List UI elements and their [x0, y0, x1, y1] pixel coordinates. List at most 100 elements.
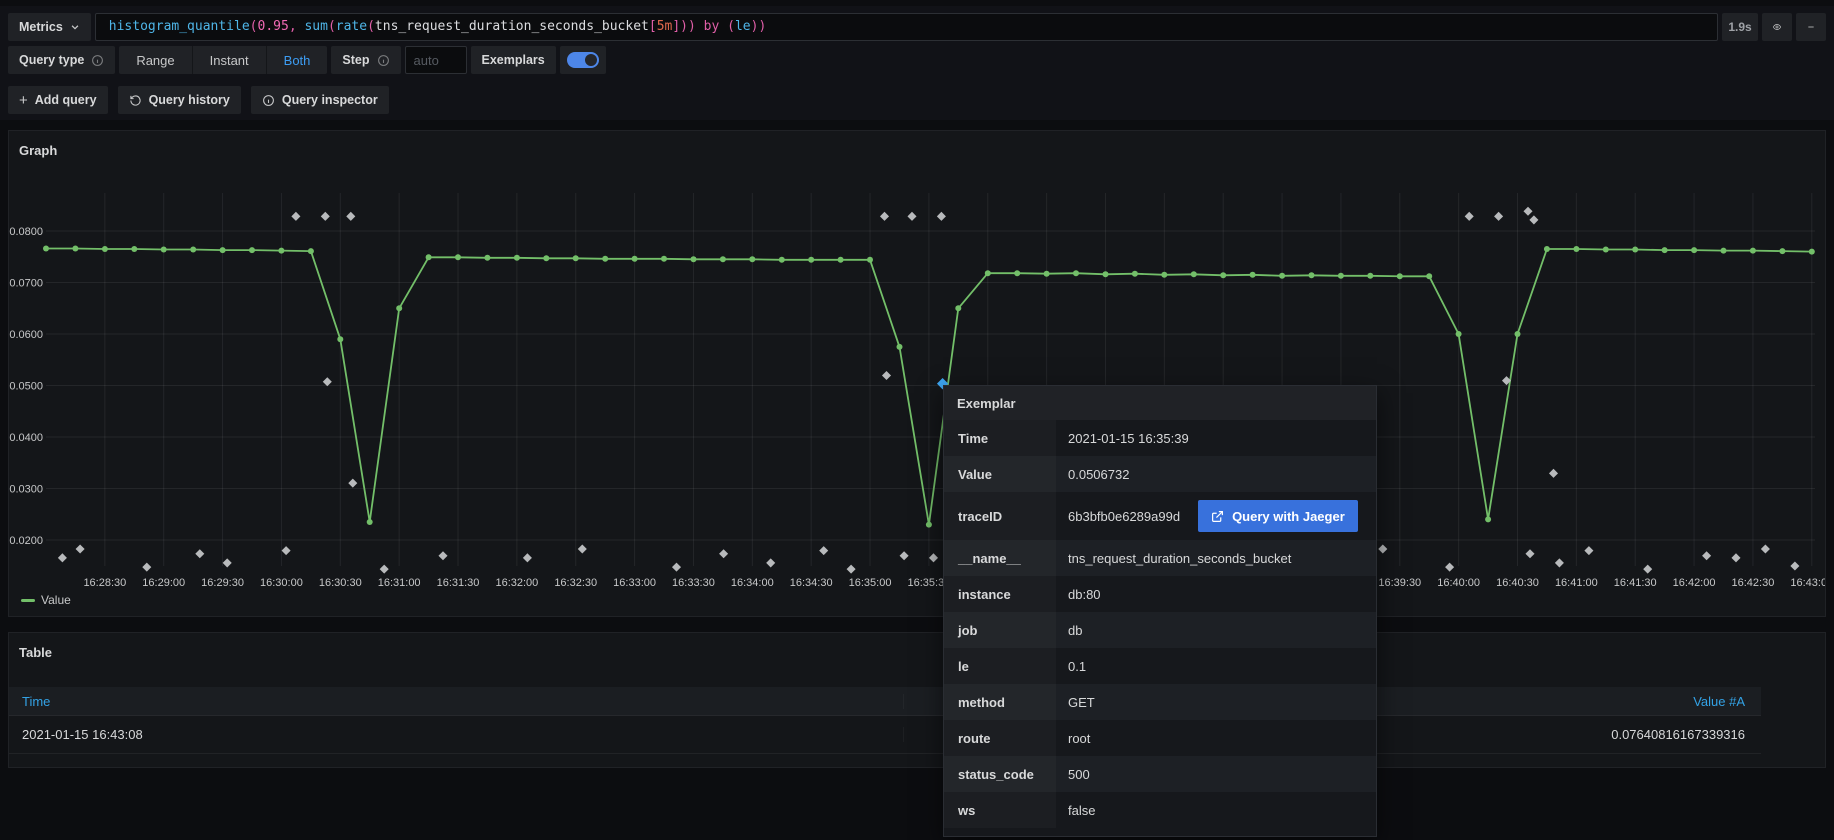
preview-query-button[interactable] [1762, 13, 1792, 41]
svg-text:16:32:00: 16:32:00 [495, 577, 538, 589]
tooltip-row: le 0.1 [944, 648, 1376, 684]
graph-legend[interactable]: Value [21, 593, 71, 607]
table-row: 2021-01-15 16:43:08 0.07640816167339316 [9, 716, 1761, 754]
tooltip-value-text: tns_request_duration_seconds_bucket [1068, 551, 1291, 566]
query-options-row: Query type Range Instant Both Step Exemp… [8, 46, 606, 74]
query-history-button[interactable]: Query history [118, 86, 241, 114]
svg-text:16:42:00: 16:42:00 [1673, 577, 1716, 589]
tooltip-row-label: le [944, 648, 1056, 684]
svg-text:16:40:30: 16:40:30 [1496, 577, 1539, 589]
query-inspector-button[interactable]: Query inspector [251, 86, 389, 114]
query-input[interactable]: histogram_quantile(0.95, sum(rate(tns_re… [95, 13, 1718, 41]
tooltip-row-value: 0.1 [1056, 659, 1086, 674]
step-label: Step [331, 46, 400, 74]
tooltip-row-label: __name__ [944, 540, 1056, 576]
tooltip-row-value: 500 [1056, 767, 1090, 782]
query-token: , [289, 19, 305, 34]
table-header-time[interactable]: Time [9, 694, 904, 709]
svg-text:16:29:30: 16:29:30 [201, 577, 244, 589]
query-actions-row: + Add query Query history Query inspecto… [8, 86, 389, 114]
query-token: )) [680, 19, 696, 34]
exemplar-tooltip-body: Time 2021-01-15 16:35:39 Value 0.0506732… [944, 420, 1376, 836]
toggle-knob [585, 54, 597, 66]
query-token: rate [336, 19, 367, 34]
history-icon [129, 94, 142, 107]
step-input[interactable] [405, 46, 467, 74]
tooltip-row-label: job [944, 612, 1056, 648]
svg-text:16:34:30: 16:34:30 [790, 577, 833, 589]
svg-text:0.0800: 0.0800 [9, 226, 43, 238]
tooltip-row-label: status_code [944, 756, 1056, 792]
svg-text:0.0600: 0.0600 [9, 329, 43, 341]
query-token: by [696, 19, 727, 34]
tooltip-row-value: 2021-01-15 16:35:39 [1056, 431, 1189, 446]
tooltip-row-value: 6b3bfb0e6289a99d Query with Jaeger [1056, 500, 1358, 532]
query-type-option-instant[interactable]: Instant [193, 46, 267, 74]
svg-text:16:39:30: 16:39:30 [1378, 577, 1421, 589]
svg-text:16:30:00: 16:30:00 [260, 577, 303, 589]
query-token: ( [727, 19, 735, 34]
svg-text:0.0500: 0.0500 [9, 381, 43, 393]
tooltip-row: method GET [944, 684, 1376, 720]
tooltip-value-text: 500 [1068, 767, 1090, 782]
tooltip-row-value: false [1056, 803, 1095, 818]
svg-text:16:28:30: 16:28:30 [83, 577, 126, 589]
table-panel: Table Time Value #A 2021-01-15 16:43:08 … [8, 632, 1826, 768]
query-token: tns_request_duration_seconds_bucket [375, 19, 649, 34]
svg-text:16:42:30: 16:42:30 [1732, 577, 1775, 589]
legend-swatch [21, 599, 35, 602]
table-header-row: Time Value #A [9, 687, 1761, 716]
query-token: 0.95 [258, 19, 289, 34]
exemplar-tooltip-title: Exemplar [944, 386, 1376, 420]
svg-text:16:35:00: 16:35:00 [849, 577, 892, 589]
tooltip-row-value: db [1056, 623, 1082, 638]
tooltip-row-label: instance [944, 576, 1056, 612]
query-token: sum [304, 19, 327, 34]
info-circle-icon [262, 94, 275, 107]
tooltip-row-value: root [1056, 731, 1090, 746]
tooltip-row: status_code 500 [944, 756, 1376, 792]
query-token: le [735, 19, 751, 34]
tooltip-value-text: GET [1068, 695, 1095, 710]
metrics-dropdown[interactable]: Metrics [8, 13, 91, 41]
query-row: Metrics histogram_quantile(0.95, sum(rat… [8, 13, 1826, 41]
tooltip-value-text: 0.1 [1068, 659, 1086, 674]
tooltip-row: Time 2021-01-15 16:35:39 [944, 420, 1376, 456]
query-token: 5m [657, 19, 673, 34]
exemplars-toggle[interactable] [560, 46, 606, 74]
query-type-segmented-control: Range Instant Both [119, 46, 327, 74]
add-query-button[interactable]: + Add query [8, 86, 108, 114]
query-type-option-both[interactable]: Both [267, 46, 328, 74]
tooltip-row: ws false [944, 792, 1376, 828]
tooltip-row-value: 0.0506732 [1056, 467, 1129, 482]
exemplars-label: Exemplars [471, 46, 556, 74]
tooltip-row-label: traceID [944, 492, 1056, 540]
external-link-icon [1211, 510, 1224, 523]
graph-panel-title: Graph [19, 143, 57, 158]
query-token: ( [250, 19, 258, 34]
tooltip-value-text: db:80 [1068, 587, 1101, 602]
tooltip-row-value: db:80 [1056, 587, 1101, 602]
svg-text:16:31:00: 16:31:00 [378, 577, 421, 589]
query-token: )) [751, 19, 767, 34]
svg-text:16:41:30: 16:41:30 [1614, 577, 1657, 589]
exemplar-tooltip: Exemplar Time 2021-01-15 16:35:39 Value … [943, 385, 1377, 837]
collapse-query-button[interactable] [1796, 13, 1826, 41]
query-token: ] [672, 19, 680, 34]
query-toolbar: Metrics histogram_quantile(0.95, sum(rat… [0, 6, 1834, 120]
query-with-jaeger-button[interactable]: Query with Jaeger [1198, 500, 1358, 532]
tooltip-row: route root [944, 720, 1376, 756]
table-panel-title: Table [19, 645, 52, 660]
legend-series-label: Value [41, 593, 71, 607]
query-type-option-range[interactable]: Range [119, 46, 192, 74]
graph-panel: Graph 0.08000.07000.06000.05000.04000.03… [8, 130, 1826, 617]
tooltip-value-text: 6b3bfb0e6289a99d [1068, 509, 1180, 524]
tooltip-row: job db [944, 612, 1376, 648]
graph-chart[interactable]: 0.08000.07000.06000.05000.04000.03000.02… [9, 131, 1826, 617]
info-icon [91, 54, 104, 67]
tooltip-row: traceID 6b3bfb0e6289a99d Query with Jaege… [944, 492, 1376, 540]
chevron-down-icon [70, 22, 80, 32]
tooltip-value-text: 0.0506732 [1068, 467, 1129, 482]
tooltip-row-label: Time [944, 420, 1056, 456]
grafana-explore-page: Metrics histogram_quantile(0.95, sum(rat… [0, 0, 1834, 840]
